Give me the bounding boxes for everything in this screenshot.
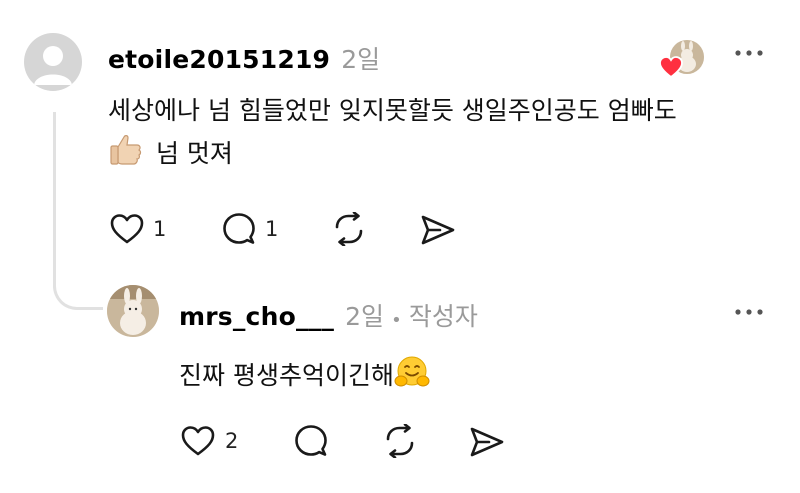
reply-like-count: 2 bbox=[225, 429, 239, 453]
reply-more-icon[interactable] bbox=[734, 307, 764, 317]
reply-comment-icon[interactable] bbox=[293, 424, 329, 458]
reply-username[interactable]: mrs_cho___ bbox=[179, 302, 334, 331]
reply-time: 2일 bbox=[345, 302, 385, 331]
comment-text: 세상에나 넘 힘들었만 잊지못할듯 생일주인공도 엄빠도 넘 멋져 bbox=[108, 92, 778, 177]
reply-avatar[interactable] bbox=[107, 285, 159, 337]
comment-send-icon[interactable] bbox=[420, 214, 456, 246]
comment-reply-comment-icon[interactable] bbox=[221, 212, 257, 246]
default-avatar-icon bbox=[34, 46, 72, 85]
comment-header: etoile20151219 2일 bbox=[108, 40, 380, 76]
reply-like-heart-icon[interactable] bbox=[180, 425, 216, 457]
thumbs-up-emoji bbox=[108, 133, 144, 177]
thread-connector-line bbox=[53, 112, 103, 310]
reply-send-icon[interactable] bbox=[469, 426, 505, 458]
comment-like-heart-icon[interactable] bbox=[109, 213, 145, 245]
reply-repost-icon[interactable] bbox=[383, 424, 417, 458]
comment-more-icon[interactable] bbox=[734, 48, 764, 58]
comment-text-line1: 세상에나 넘 힘들었만 잊지못할듯 생일주인공도 엄빠도 bbox=[108, 96, 677, 125]
comment-time: 2일 bbox=[341, 45, 381, 74]
author-badge: 작성자 bbox=[408, 302, 478, 331]
reply-header: mrs_cho___ 2일 • 작성자 bbox=[179, 297, 478, 333]
comment-reply-count: 1 bbox=[265, 217, 279, 241]
comment-text-line2: 넘 멋져 bbox=[155, 139, 233, 168]
comment-repost-icon[interactable] bbox=[332, 212, 366, 246]
bunny-avatar-icon bbox=[107, 285, 159, 337]
commenter-avatar[interactable] bbox=[24, 33, 82, 91]
meta-separator: • bbox=[391, 310, 402, 331]
reply-text: 진짜 평생추억이긴해 bbox=[179, 355, 430, 399]
reply-text-body: 진짜 평생추억이긴해 bbox=[179, 361, 394, 390]
comment-like-count: 1 bbox=[153, 217, 167, 241]
heart-badge-icon bbox=[659, 56, 683, 82]
comment-username[interactable]: etoile20151219 bbox=[108, 45, 330, 74]
hugging-face-emoji bbox=[394, 355, 430, 399]
